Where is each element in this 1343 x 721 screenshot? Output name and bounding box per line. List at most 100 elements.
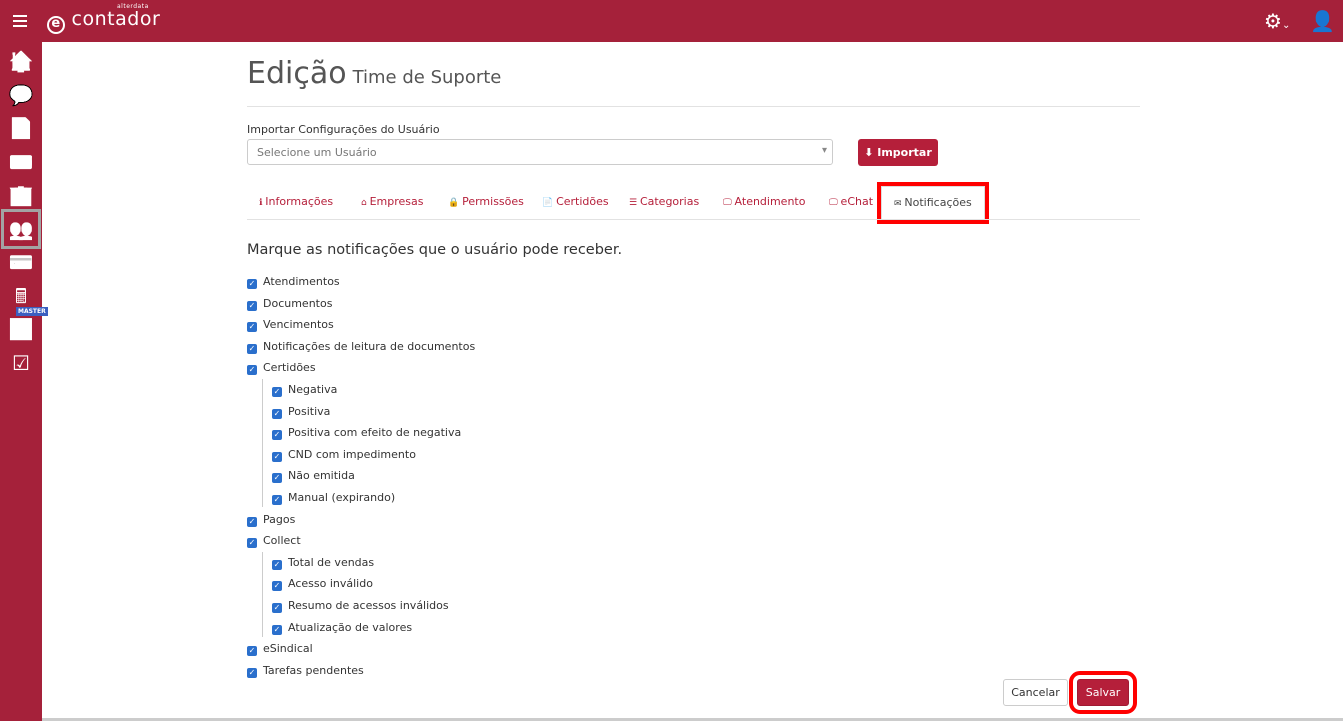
notification-checkbox[interactable]: ✓ Positiva com efeito de negativa — [272, 426, 462, 441]
checkbox-icon[interactable]: ✓ — [247, 279, 257, 289]
checkbox-icon[interactable]: ✓ — [272, 495, 282, 505]
cancel-button[interactable]: Cancelar — [1003, 679, 1068, 706]
users-icon[interactable]: 👥 — [1, 208, 41, 249]
notification-checkbox[interactable]: ✓ Manual (expirando) — [272, 491, 395, 505]
gear-icon[interactable]: ⚙⌄ — [1264, 9, 1290, 33]
notification-checkbox[interactable]: ✓ Acesso inválido — [272, 577, 373, 592]
tab-echat[interactable]: 🖵 eChat — [829, 186, 873, 220]
brand-sub: alterdata — [117, 3, 149, 10]
user-icon[interactable]: 👤⌄ — [1310, 9, 1343, 57]
divider — [247, 106, 1140, 107]
checkbox-icon[interactable]: ✓ — [272, 559, 282, 570]
checkbox-icon[interactable]: ✓ — [272, 451, 282, 462]
checkbox-label: Resumo de acessos inválidos — [288, 599, 449, 612]
notification-checkbox[interactable]: ✓ Total de vendas — [272, 556, 374, 570]
building-icon[interactable]: 🏢 — [6, 181, 36, 209]
notification-checkbox[interactable]: ✓ Certidões — [247, 361, 316, 376]
tab-informações[interactable]: ℹ Informações — [259, 186, 333, 220]
tab-label: Empresas — [369, 195, 424, 208]
save-button[interactable]: Salvar — [1069, 671, 1137, 714]
checkbox-icon[interactable]: ✓ — [247, 343, 257, 354]
credit-card-icon[interactable]: 💳 — [6, 248, 36, 276]
tab-label: Informações — [265, 195, 334, 208]
import-button-label: Importar — [877, 146, 932, 159]
notification-checkbox[interactable]: ✓ Atualização de valores — [272, 621, 412, 635]
notification-checkbox[interactable]: ✓ Não emitida — [272, 469, 355, 484]
document-icon[interactable]: 📄 — [6, 114, 36, 142]
select-placeholder: Selecione um Usuário — [257, 146, 377, 159]
notification-checkbox[interactable]: ✓ Tarefas pendentes — [247, 664, 364, 678]
checkbox-icon[interactable]: ✓ — [272, 624, 282, 635]
tab-icon: 📄 — [542, 198, 557, 208]
notification-checkbox[interactable]: ✓ Positiva — [272, 405, 330, 419]
tab-icon: ⌂ — [361, 198, 370, 208]
notification-checkbox[interactable]: ✓ Negativa — [272, 383, 337, 397]
title-text: Edição — [247, 56, 347, 91]
checkbox-label: Collect — [263, 534, 301, 548]
notification-checkbox[interactable]: ✓ Collect — [247, 534, 301, 549]
notification-checkbox[interactable]: ✓ Vencimentos — [247, 318, 334, 333]
tab-categorias[interactable]: ☰ Categorias — [629, 186, 699, 220]
menu-icon[interactable] — [13, 15, 27, 27]
group-line — [262, 379, 263, 507]
page-subtitle: Time de Suporte — [352, 67, 502, 88]
home-icon[interactable]: 🏠 — [6, 47, 36, 75]
section-heading: Marque as notificações que o usuário pod… — [247, 242, 623, 258]
checkbox-icon[interactable]: ✓ — [247, 516, 257, 527]
checklist-icon[interactable]: ☑ — [6, 349, 36, 377]
tab-label: Categorias — [639, 195, 700, 208]
notification-checkbox[interactable]: ✓ Atendimentos — [247, 275, 340, 289]
tab-label: Notificações — [904, 196, 972, 209]
tab-certidões[interactable]: 📄 Certidões — [542, 186, 609, 220]
checkbox-label: Vencimentos — [263, 318, 334, 332]
tab-icon: 🔒 — [448, 198, 463, 208]
checkbox-icon[interactable]: ✓ — [272, 473, 282, 484]
checkbox-icon[interactable]: ✓ — [272, 581, 282, 592]
logo[interactable]: e contador alterdata — [47, 3, 161, 34]
checkbox-label: Notificações de leitura de documentos — [263, 339, 476, 353]
checkbox-label: Total de vendas — [288, 555, 375, 569]
import-label: Importar Configurações do Usuário — [247, 123, 440, 136]
brand-name: contador — [71, 8, 161, 30]
notification-checkbox[interactable]: ✓ eSindical — [247, 642, 313, 657]
checkbox-label: Positiva — [288, 404, 331, 418]
checkbox-icon[interactable]: ✓ — [247, 538, 257, 549]
group-line — [262, 551, 263, 637]
chat-icon[interactable]: 💬 — [6, 81, 36, 109]
tab-icon: ✉ — [894, 199, 905, 209]
notification-checkbox[interactable]: ✓ CND com impedimento — [272, 448, 416, 462]
tab-permissões[interactable]: 🔒 Permissões — [448, 186, 524, 220]
checkbox-label: Positiva com efeito de negativa — [288, 426, 462, 440]
calculator-icon[interactable]: 🖩 — [6, 282, 36, 310]
checkbox-icon[interactable]: ✓ — [247, 667, 257, 678]
tab-icon: 🖵 — [829, 198, 841, 208]
tab-notificações[interactable]: ✉ Notificações — [877, 182, 989, 224]
contact-card-icon[interactable]: 🪪 — [6, 148, 36, 176]
checkbox-icon[interactable]: ✓ — [247, 365, 257, 376]
tab-label: Certidões — [556, 195, 609, 208]
checkbox-label: Acesso inválido — [288, 577, 373, 591]
chart-icon[interactable]: 📊 — [6, 315, 36, 343]
notification-checkbox[interactable]: ✓ Pagos — [247, 513, 295, 527]
notification-checkbox[interactable]: ✓ Resumo de acessos inválidos — [272, 599, 449, 613]
tab-empresas[interactable]: ⌂ Empresas — [361, 186, 423, 220]
checkbox-icon[interactable]: ✓ — [272, 408, 282, 419]
checkbox-icon[interactable]: ✓ — [272, 603, 282, 613]
sidebar: MASTER 🏠 💬 📄 🪪 🏢 👥 💳 🖩 📊 ☑ — [0, 42, 48, 721]
checkbox-icon[interactable]: ✓ — [247, 646, 257, 657]
user-select[interactable]: Selecione um Usuário — [247, 139, 833, 165]
notification-checkbox[interactable]: ✓ Notificações de leitura de documentos — [247, 340, 475, 354]
notification-checkbox[interactable]: ✓ Documentos — [247, 297, 332, 311]
checkbox-label: Documentos — [263, 296, 333, 310]
checkbox-label: Atendimentos — [263, 275, 340, 288]
tab-atendimento[interactable]: 🖵 Atendimento — [723, 186, 805, 220]
tab-label: eChat — [840, 195, 874, 208]
checkbox-icon[interactable]: ✓ — [272, 430, 282, 441]
checkbox-icon[interactable]: ✓ — [247, 300, 257, 311]
checkbox-label: Atualização de valores — [288, 620, 413, 634]
checkbox-icon[interactable]: ✓ — [247, 322, 257, 333]
tab-label: Permissões — [462, 195, 524, 208]
tab-icon: ☰ — [629, 198, 640, 208]
import-button[interactable]: ⬇ Importar — [858, 139, 938, 166]
checkbox-icon[interactable]: ✓ — [272, 387, 282, 397]
